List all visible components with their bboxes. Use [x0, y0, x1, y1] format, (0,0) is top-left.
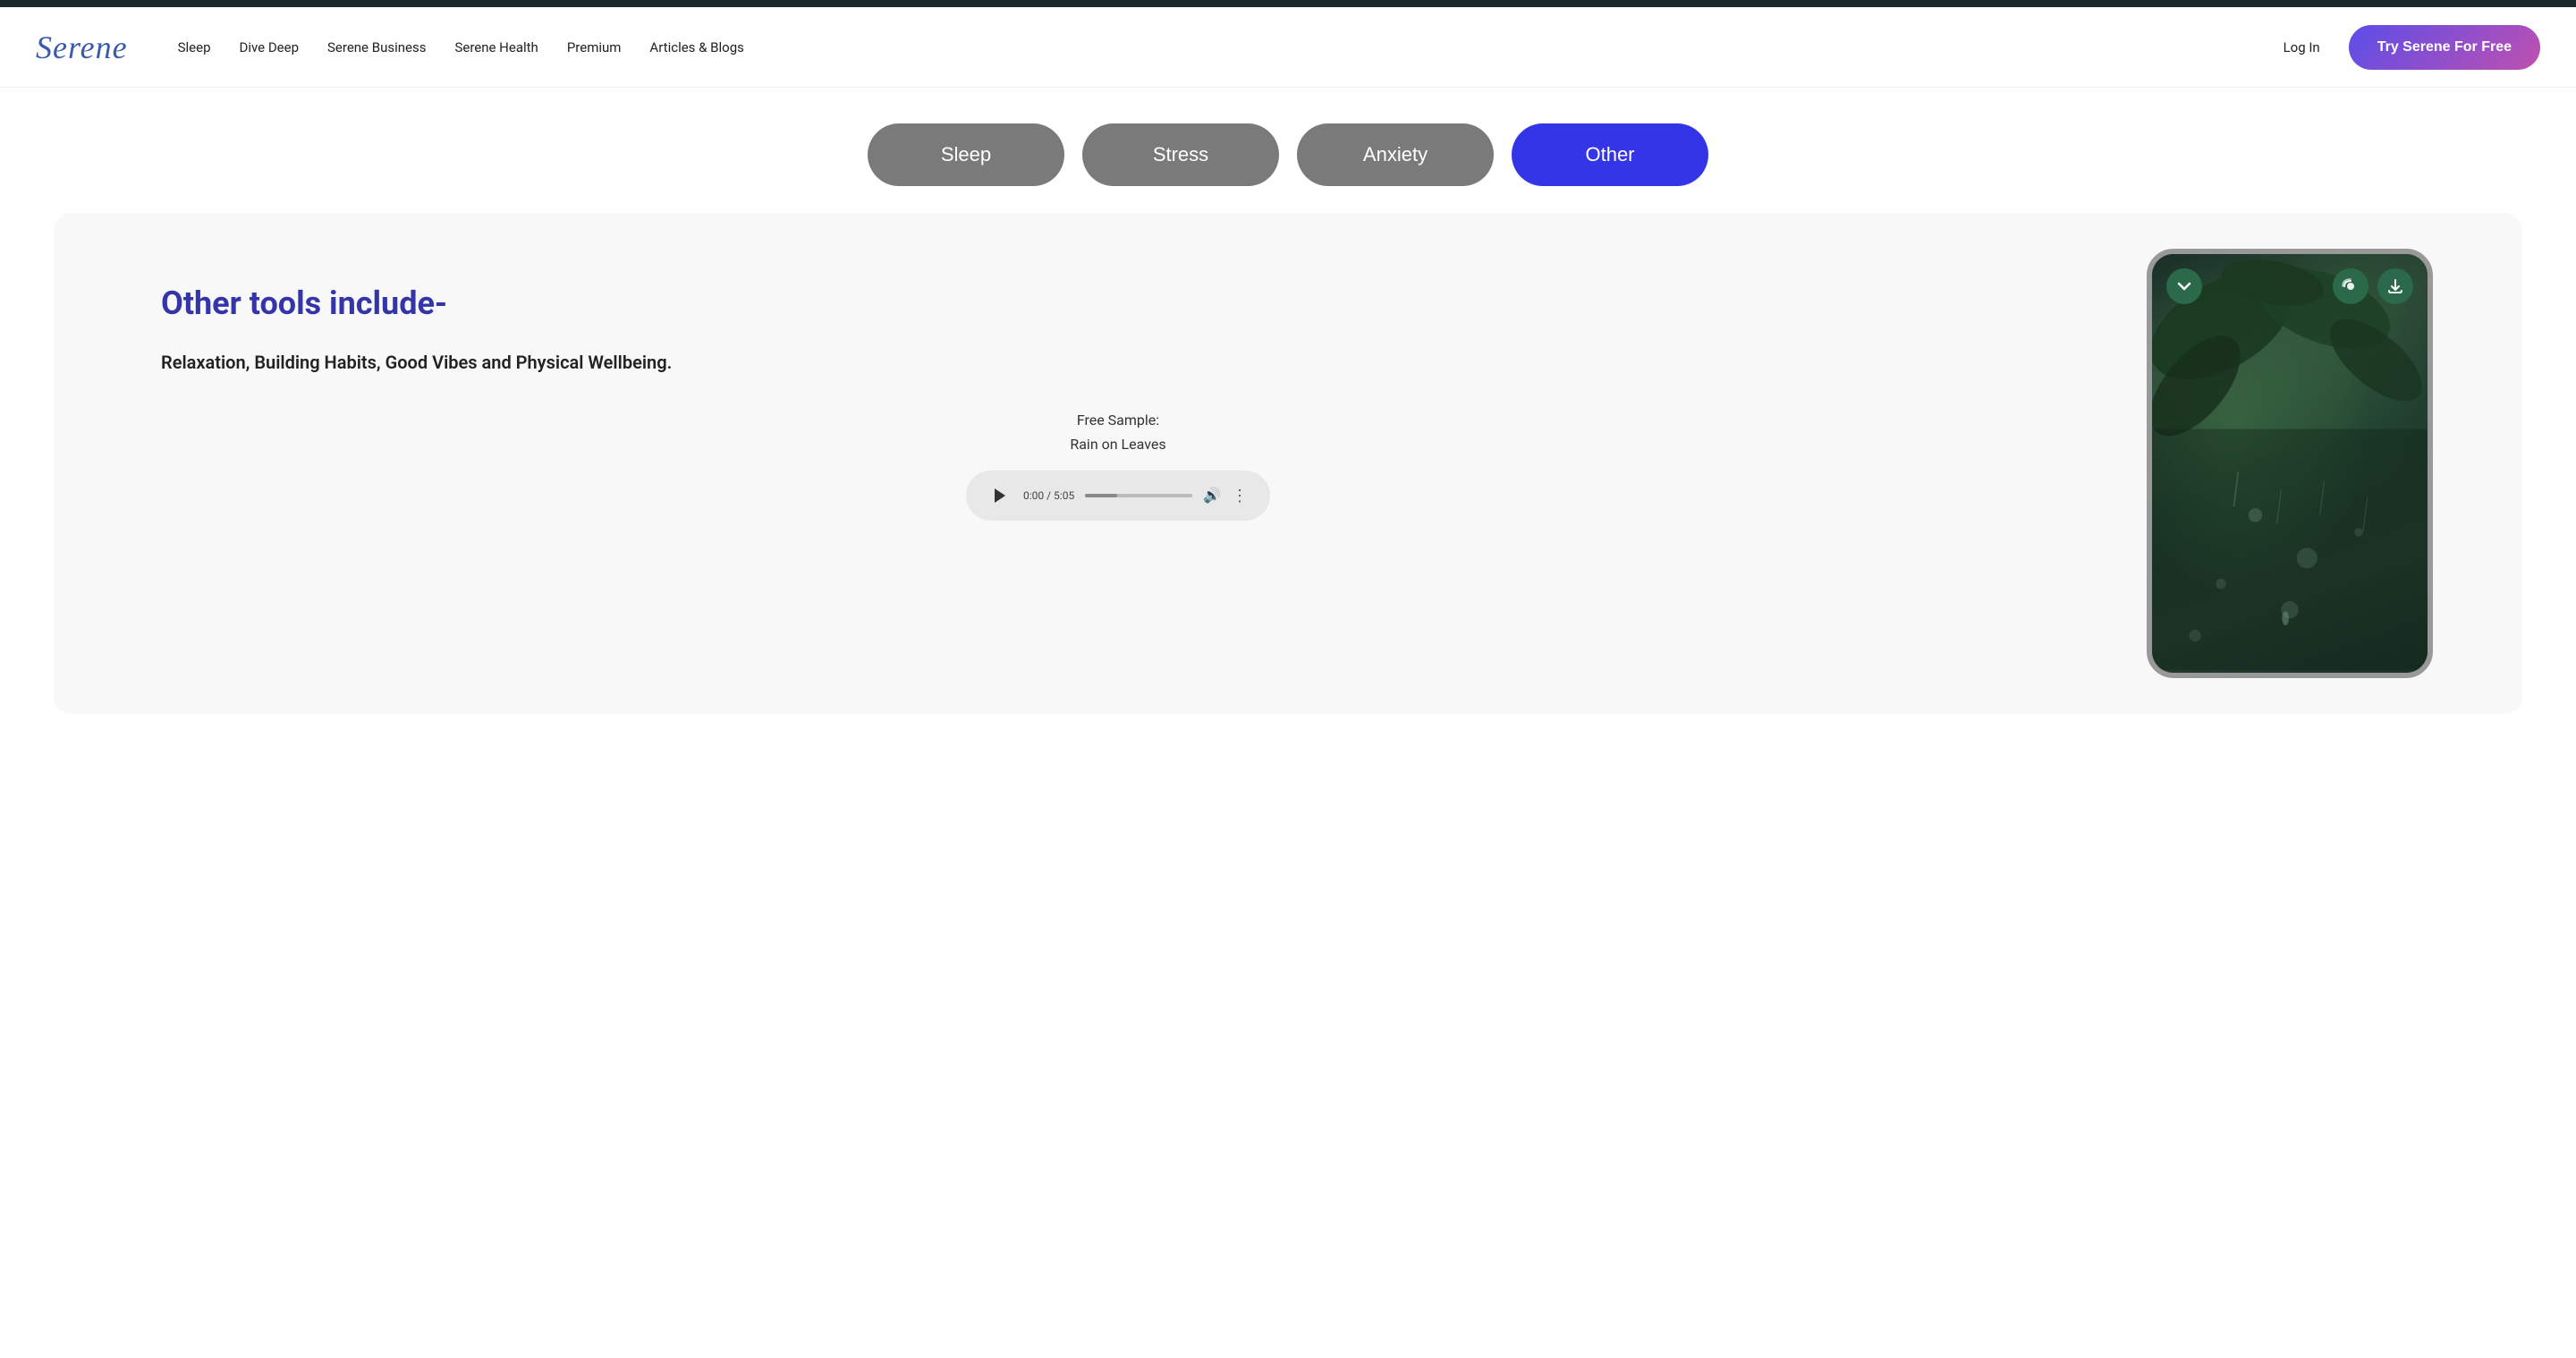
play-icon — [995, 488, 1005, 503]
tab-anxiety[interactable]: Anxiety — [1297, 123, 1494, 186]
navbar: Serene Sleep Dive Deep Serene Business S… — [0, 7, 2576, 88]
phone-chevron-down-button[interactable] — [2166, 268, 2202, 304]
phone-mockup — [2147, 249, 2433, 678]
tab-stress[interactable]: Stress — [1082, 123, 1279, 186]
more-options-button[interactable]: ⋮ — [1232, 487, 1249, 505]
nav-articles-blogs[interactable]: Articles & Blogs — [649, 39, 743, 55]
audio-player: 0:00 / 5:05 🔊 ⋮ — [966, 471, 1270, 521]
progress-bar[interactable] — [1085, 494, 1192, 497]
tab-sleep[interactable]: Sleep — [868, 123, 1064, 186]
nav-dive-deep[interactable]: Dive Deep — [240, 39, 300, 55]
nav-login[interactable]: Log In — [2284, 39, 2320, 55]
tools-title: Other tools include- — [161, 284, 2075, 322]
play-button[interactable] — [987, 483, 1013, 508]
cta-button[interactable]: Try Serene For Free — [2349, 25, 2540, 70]
nav-serene-business[interactable]: Serene Business — [327, 39, 426, 55]
phone-background-image — [2152, 254, 2428, 673]
tab-other[interactable]: Other — [1512, 123, 1708, 186]
volume-button[interactable]: 🔊 — [1203, 487, 1221, 505]
top-bar — [0, 0, 2576, 7]
tools-description: Relaxation, Building Habits, Good Vibes … — [161, 349, 2075, 376]
nav-premium[interactable]: Premium — [567, 39, 622, 55]
nav-links: Sleep Dive Deep Serene Business Serene H… — [178, 39, 2255, 55]
time-display: 0:00 / 5:05 — [1023, 489, 1074, 502]
download-icon — [2387, 278, 2403, 294]
category-tabs: Sleep Stress Anxiety Other — [0, 88, 2576, 204]
main-content: Other tools include- Relaxation, Buildin… — [54, 213, 2522, 714]
logo: Serene — [36, 29, 128, 66]
phone-download-button[interactable] — [2377, 268, 2413, 304]
free-sample-label: Free Sample: — [161, 412, 2075, 429]
phone-cast-button[interactable] — [2333, 268, 2368, 304]
phone-right-controls — [2333, 268, 2413, 304]
progress-fill — [1085, 494, 1117, 497]
cast-icon — [2342, 277, 2360, 295]
nav-serene-health[interactable]: Serene Health — [454, 39, 538, 55]
content-left: Other tools include- Relaxation, Buildin… — [143, 249, 2093, 556]
nav-sleep[interactable]: Sleep — [178, 39, 211, 55]
phone-controls — [2166, 268, 2413, 304]
phone-leaf-overlay — [2152, 254, 2428, 673]
chevron-down-icon — [2176, 278, 2192, 294]
track-name: Rain on Leaves — [161, 436, 2075, 453]
